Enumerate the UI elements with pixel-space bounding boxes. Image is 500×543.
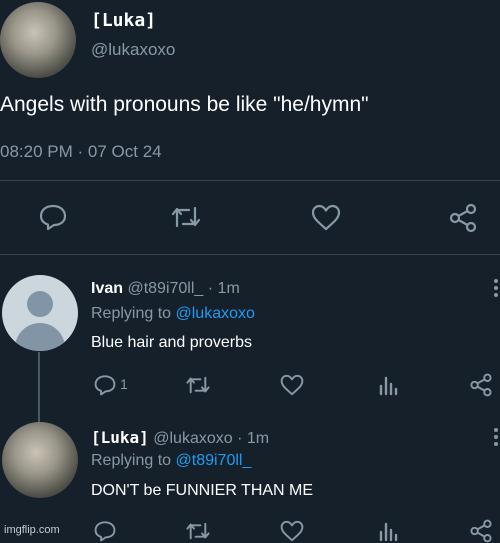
display-name[interactable]: [Luka] <box>91 10 156 31</box>
timestamp: 08:20 PM · 07 Oct 24 <box>0 142 162 162</box>
reply-time: · 1m <box>207 280 240 297</box>
reply-icon[interactable] <box>93 374 117 396</box>
like-icon[interactable] <box>280 374 304 396</box>
handle[interactable]: @lukaxoxo <box>153 430 232 447</box>
retweet-icon[interactable] <box>170 204 202 230</box>
analytics-icon[interactable] <box>378 374 398 396</box>
avatar-body-shape <box>15 323 65 351</box>
tweet-date: 07 Oct 24 <box>87 142 162 161</box>
reply-text: DON'T be FUNNIER THAN ME <box>91 482 314 499</box>
reply-header: [Luka] @lukaxoxo · 1m <box>91 428 269 448</box>
reply-icon[interactable] <box>93 520 117 542</box>
tweet-time: 08:20 PM <box>0 142 73 161</box>
handle[interactable]: @lukaxoxo <box>91 40 175 60</box>
share-icon[interactable] <box>448 203 478 233</box>
reply-count: 1 <box>120 376 128 392</box>
replying-to-label: Replying to <box>91 452 172 469</box>
reply-text: Blue hair and proverbs <box>91 334 252 351</box>
thread-line <box>38 352 40 422</box>
avatar[interactable] <box>0 2 76 78</box>
avatar-default[interactable] <box>2 275 78 351</box>
like-icon[interactable] <box>311 204 341 231</box>
reply-header: Ivan @t89i70ll_ · 1m <box>91 280 240 298</box>
share-icon[interactable] <box>469 519 493 543</box>
retweet-icon[interactable] <box>185 520 211 542</box>
avatar[interactable] <box>2 422 78 498</box>
like-icon[interactable] <box>280 520 304 542</box>
reply-icon[interactable] <box>38 203 68 231</box>
display-name[interactable]: Ivan <box>91 280 123 297</box>
reply-time: · 1m <box>237 430 270 447</box>
divider <box>0 180 500 181</box>
replying-to-label: Replying to <box>91 305 172 322</box>
more-icon[interactable] <box>494 279 498 300</box>
timestamp-separator: · <box>77 142 84 161</box>
replying-to: Replying to @t89i70ll_ <box>91 452 251 470</box>
analytics-icon[interactable] <box>378 520 398 542</box>
share-icon[interactable] <box>469 373 493 397</box>
mention-link[interactable]: @t89i70ll_ <box>176 452 252 469</box>
handle[interactable]: @t89i70ll_ <box>127 280 203 297</box>
retweet-icon[interactable] <box>185 374 211 396</box>
divider <box>0 254 500 255</box>
tweet-text: Angels with pronouns be like "he/hymn" <box>0 93 369 116</box>
more-icon[interactable] <box>494 428 498 449</box>
display-name[interactable]: [Luka] <box>91 428 149 447</box>
replying-to: Replying to @lukaxoxo <box>91 305 255 323</box>
avatar-head-shape <box>27 291 53 317</box>
watermark: imgflip.com <box>4 524 60 536</box>
mention-link[interactable]: @lukaxoxo <box>176 305 255 322</box>
